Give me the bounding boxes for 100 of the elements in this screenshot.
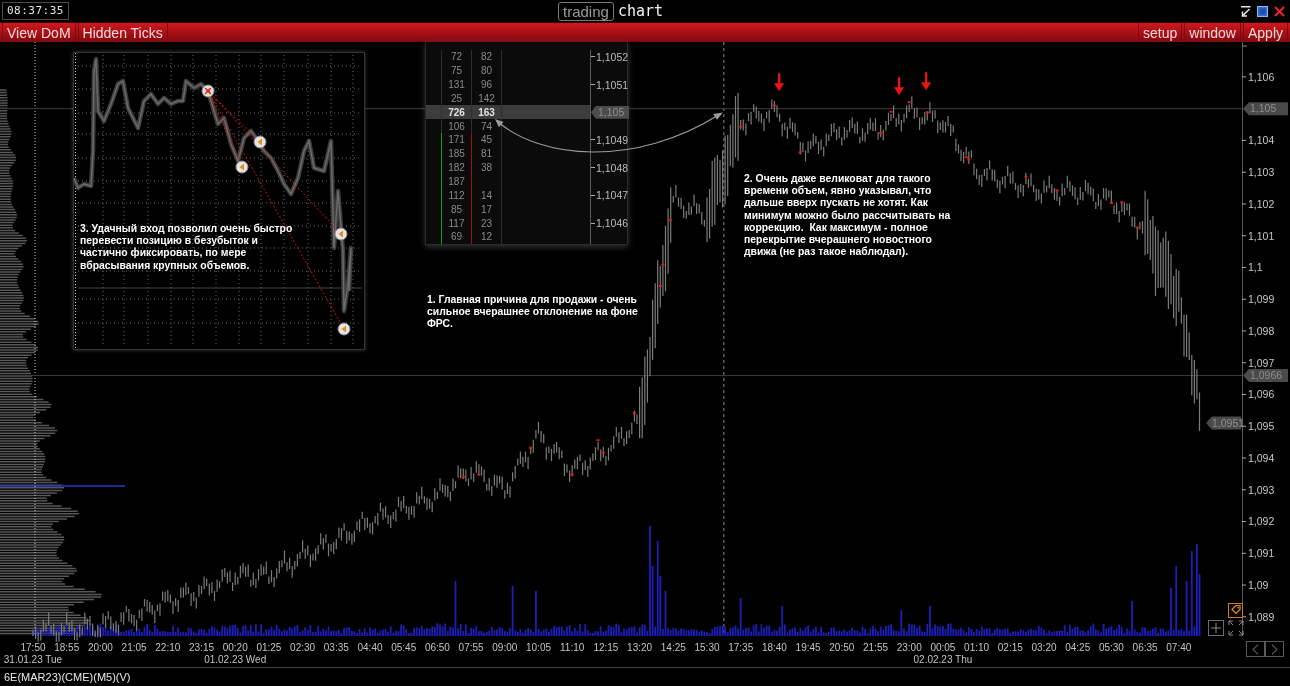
- ask-volume: 45: [480, 134, 493, 146]
- time-axis-label: 18:40: [761, 642, 787, 653]
- price-axis-label: 1,104: [1248, 134, 1275, 147]
- tag-icon[interactable]: [1228, 603, 1243, 618]
- time-axis-label: 05:45: [391, 642, 417, 653]
- ladder-row[interactable]: 69 12: [426, 229, 627, 244]
- close-icon[interactable]: [1274, 5, 1285, 17]
- ask-volume: 80: [480, 65, 493, 77]
- time-axis-label: 23:00: [896, 642, 922, 653]
- bid-volume: 106: [448, 120, 465, 132]
- annotation-text: 2. Очень даже великоват для такого времени объем, явно указывал, что дальше вверх пускать не хотят. Как минимум можно было рассчитывать на коррекцию. Как максимум - полное перекрытие вчерашнего новостного движа (не раз такое наблюдал).: [744, 173, 952, 259]
- ladder-row[interactable]: 75 80: [426, 63, 627, 78]
- crosshair-icon[interactable]: [1208, 620, 1224, 636]
- ladder-row[interactable]: 131 96 1,1051: [426, 77, 627, 92]
- price-axis-label: 1,103: [1248, 166, 1275, 178]
- price-axis-label: 1,106: [1248, 70, 1275, 83]
- ladder-row[interactable]: 117 23 1,1046: [426, 216, 627, 230]
- time-axis-label: 01:25: [256, 642, 282, 653]
- time-axis-label: 11:10: [560, 642, 585, 653]
- time-axis-label: 07:40: [1166, 642, 1192, 653]
- expand-icon[interactable]: [1228, 620, 1244, 636]
- chevron-right-icon: [1271, 643, 1278, 655]
- ladder-row[interactable]: 72 82 1,1052: [426, 50, 627, 64]
- time-axis-label: 22:10: [155, 642, 181, 653]
- bid-volume: 726: [448, 106, 465, 118]
- price-axis-label: 1,099: [1248, 293, 1275, 305]
- logo-text: chart: [617, 2, 664, 20]
- ask-volume: 14: [480, 189, 493, 201]
- ask-volume: 81: [480, 148, 493, 160]
- time-axis-label: 05:30: [1098, 642, 1124, 653]
- toolbar-button[interactable]: Apply: [1242, 23, 1288, 42]
- price-axis-label: 1,098: [1248, 324, 1275, 337]
- time-axis-label: 06:35: [1132, 642, 1158, 653]
- ask-volume: 23: [480, 217, 493, 229]
- ask-volume: 163: [478, 106, 495, 118]
- price-axis-label: 1,096: [1248, 388, 1275, 401]
- bid-volume: 75: [450, 65, 463, 77]
- time-axis-label: 20:50: [829, 642, 855, 653]
- toolbar-button[interactable]: Hidden Ticks: [77, 23, 168, 42]
- toolbar-button[interactable]: window: [1184, 23, 1241, 42]
- bid-volume: 187: [448, 176, 465, 187]
- time-axis-label: 04:40: [357, 642, 383, 653]
- bid-volume: 85: [450, 203, 463, 215]
- toolbar-button[interactable]: setup: [1138, 23, 1183, 42]
- toolbar-button[interactable]: View DoM: [2, 23, 76, 42]
- time-axis-label: 12:15: [593, 642, 619, 653]
- time-axis-label: 03:35: [323, 642, 349, 653]
- price-axis-label: 1,089: [1248, 610, 1275, 623]
- bid-volume: 117: [448, 217, 465, 229]
- scroll-left-button[interactable]: [1246, 641, 1265, 657]
- time-axis-label: 00:20: [222, 642, 248, 653]
- down-arrow-icon: [921, 72, 932, 91]
- time-axis-label: 14:25: [660, 642, 686, 653]
- ask-volume: 12: [480, 231, 493, 243]
- price-tag: 1,105: [1243, 102, 1288, 116]
- ladder-row[interactable]: 112 14 1,1047: [426, 188, 627, 203]
- time-axis-label: 19:45: [795, 642, 821, 653]
- time-axis-label: 09:00: [492, 642, 518, 653]
- time-axis-label: 18:55: [54, 642, 80, 653]
- time-axis-label: 00:05: [930, 642, 956, 653]
- price-axis-label: 1,101: [1248, 229, 1275, 242]
- time-axis-label: 03:20: [1031, 642, 1057, 653]
- price-axis-label: 1,097: [1248, 356, 1275, 369]
- ladder-row[interactable]: 187: [426, 174, 627, 189]
- ladder-row[interactable]: 182 38 1,1048: [426, 160, 627, 175]
- time-axis-label: 15:30: [694, 642, 720, 653]
- bid-volume: 69: [450, 231, 463, 243]
- clock: 08:37:35: [2, 2, 69, 20]
- price-axis-label: 1,1: [1248, 261, 1263, 274]
- time-axis-label: 21:55: [863, 642, 888, 653]
- time-axis-label: 04:25: [1065, 642, 1091, 653]
- ask-volume: 38: [480, 162, 493, 174]
- ladder-price: 1,1049: [596, 134, 629, 146]
- price-axis-label: 1,102: [1248, 197, 1275, 210]
- chevron-left-icon: [1252, 643, 1259, 655]
- ladder-price: 1,1052: [596, 50, 629, 63]
- down-arrow-icon: [774, 73, 785, 92]
- ladder-price: 1,1046: [596, 217, 629, 230]
- ladder-price: 1,1047: [596, 189, 629, 202]
- restore-icon[interactable]: [1257, 5, 1268, 17]
- price-axis-label: 1,095: [1248, 420, 1275, 433]
- ladder-row[interactable]: 171 45 1,1049: [426, 133, 627, 147]
- date-label: 02.02.23 Thu: [913, 654, 973, 665]
- time-axis-label: 17:35: [728, 642, 754, 653]
- ladder-row[interactable]: 726 163 1,105: [426, 105, 627, 120]
- ask-volume: 82: [480, 51, 493, 63]
- ask-volume: 74: [480, 120, 493, 132]
- ladder-row[interactable]: 85 17: [426, 202, 627, 217]
- time-axis-label: 10:05: [526, 642, 551, 653]
- annotation-text: 1. Главная причина для продажи - очень сильное вчерашнее отклонение на фоне ФРС.: [427, 294, 639, 331]
- price-tag: 1,0966: [1243, 368, 1288, 382]
- bid-volume: 25: [450, 92, 463, 104]
- price-axis-label: 1,09: [1248, 578, 1269, 591]
- time-axis-label: 13:20: [627, 642, 653, 653]
- ladder-row[interactable]: 185 81: [426, 146, 627, 161]
- bid-volume: 182: [448, 162, 465, 174]
- ask-volume: 96: [480, 79, 493, 91]
- minimize-icon[interactable]: [1240, 5, 1251, 17]
- time-axis-label: 23:15: [189, 642, 214, 653]
- scroll-right-button[interactable]: [1265, 641, 1284, 657]
